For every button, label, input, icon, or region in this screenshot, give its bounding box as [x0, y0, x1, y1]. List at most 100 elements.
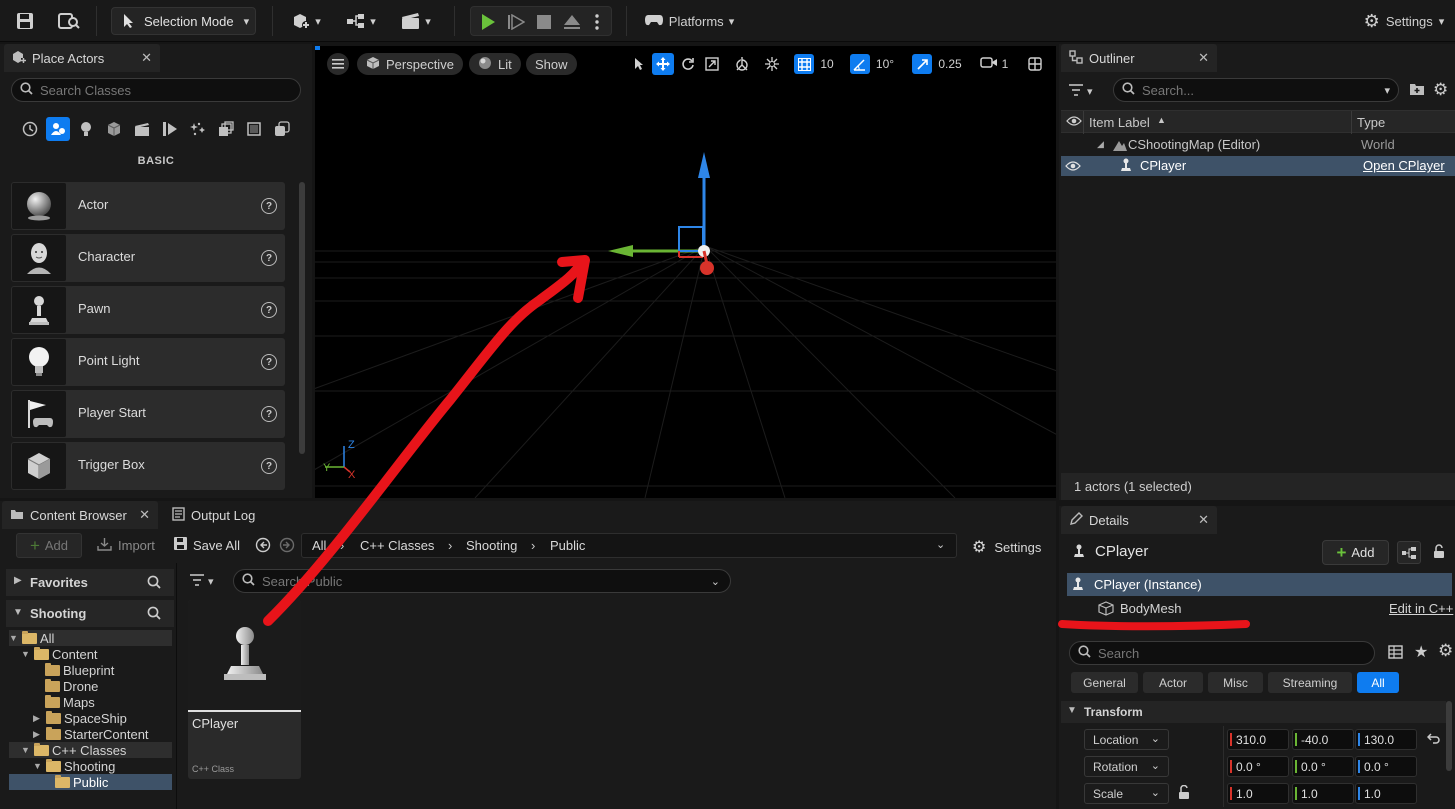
add-content-icon[interactable]: ▾ [286, 7, 326, 35]
world-local-icon[interactable] [731, 53, 753, 75]
filter-general[interactable]: General [1071, 672, 1138, 693]
cb-settings-button[interactable]: ⚙ Settings [972, 537, 1041, 557]
misc-icon[interactable] [270, 117, 294, 141]
asset-search-input[interactable]: Search Public ⌄ [233, 569, 731, 593]
add-folder-icon[interactable] [1409, 82, 1425, 99]
rotation-z-field[interactable]: 0.0 ° [1355, 756, 1417, 777]
basic-icon[interactable] [46, 117, 70, 141]
place-actors-scrollbar[interactable] [299, 182, 305, 454]
rotation-dropdown[interactable]: Rotation ⌄ [1084, 756, 1169, 777]
filter-streaming[interactable]: Streaming [1268, 672, 1352, 693]
perspective-button[interactable]: Perspective [357, 53, 463, 75]
search-icon[interactable] [147, 606, 161, 623]
gear-icon[interactable]: ⚙ [1433, 80, 1448, 100]
scale-z-field[interactable]: 1.0 [1355, 783, 1417, 804]
place-actors-tab[interactable]: Place Actors ✕ [4, 44, 160, 72]
details-search-input[interactable]: Search [1069, 641, 1375, 665]
table-view-icon[interactable] [1388, 645, 1403, 662]
surface-snap-icon[interactable] [761, 53, 783, 75]
blueprint-icon[interactable] [1397, 541, 1421, 564]
translate-tool-icon[interactable] [652, 53, 674, 75]
help-icon[interactable]: ? [261, 302, 277, 318]
scale-tool-icon[interactable] [702, 53, 722, 75]
lights-icon[interactable] [74, 117, 98, 141]
rotate-tool-icon[interactable] [678, 53, 698, 75]
recent-icon[interactable] [18, 117, 42, 141]
cinematics-icon[interactable]: ▾ [396, 7, 436, 35]
viewport-menu-icon[interactable] [327, 53, 349, 75]
viewport-layout-icon[interactable] [1024, 53, 1046, 75]
gear-icon[interactable]: ⚙ [1438, 641, 1453, 661]
instance-row[interactable]: CPlayer (Instance) [1067, 573, 1452, 596]
selection-mode-dropdown[interactable]: Selection Mode ▾ [111, 7, 256, 35]
location-dropdown[interactable]: Location ⌄ [1084, 729, 1169, 750]
content-browser-tab[interactable]: Content Browser ✕ [2, 501, 158, 529]
lit-button[interactable]: Lit [469, 53, 521, 75]
scale-x-field[interactable]: 1.0 [1227, 783, 1289, 804]
rotation-x-field[interactable]: 0.0 ° [1227, 756, 1289, 777]
asset-tile-cplayer[interactable]: CPlayer C++ Class [188, 600, 301, 779]
outliner-row-cplayer[interactable]: CPlayer Open CPlayer [1061, 156, 1455, 176]
shapes-icon[interactable] [102, 117, 126, 141]
tree-item-maps[interactable]: Maps [9, 694, 172, 710]
filter-all[interactable]: All [1357, 672, 1399, 693]
asset-filter-button[interactable]: ▾ [190, 572, 226, 590]
save-icon[interactable] [12, 7, 38, 35]
tree-item-cpp-classes[interactable]: ▼ C++ Classes [9, 742, 172, 758]
visibility-icon[interactable] [1065, 160, 1081, 175]
details-tab[interactable]: Details ✕ [1061, 506, 1217, 534]
location-y-field[interactable]: -40.0 [1292, 729, 1354, 750]
actor-item-pawn[interactable]: Pawn ? [11, 286, 285, 334]
actor-name[interactable]: CPlayer [1095, 543, 1148, 560]
tree-item-all[interactable]: ▼ All [9, 630, 172, 646]
actor-item-point-light[interactable]: Point Light ? [11, 338, 285, 386]
cinematic-icon[interactable] [130, 117, 154, 141]
favorites-header[interactable]: ▶ Favorites [6, 569, 174, 596]
add-component-button[interactable]: + Add [1322, 540, 1389, 565]
location-z-field[interactable]: 130.0 [1355, 729, 1417, 750]
filter-misc[interactable]: Misc [1208, 672, 1263, 693]
volumes-icon[interactable] [186, 117, 210, 141]
outliner-search-input[interactable]: Search... ▾ [1113, 78, 1399, 102]
settings-button[interactable]: ⚙ Settings ▾ [1358, 7, 1450, 35]
breadcrumb-all[interactable]: All [312, 538, 326, 553]
chevron-down-icon[interactable]: ⌄ [936, 538, 945, 551]
eject-icon[interactable] [561, 8, 583, 36]
rotation-snap-button[interactable]: 10° [846, 53, 898, 75]
add-button[interactable]: + Add [16, 533, 82, 558]
component-row-bodymesh[interactable]: BodyMesh Edit in C++ [1067, 597, 1453, 620]
help-icon[interactable]: ? [261, 198, 277, 214]
actor-item-player-start[interactable]: Player Start ? [11, 390, 285, 438]
transform-section-header[interactable]: ▼ Transform [1061, 701, 1446, 723]
tree-item-public[interactable]: Public [9, 774, 172, 790]
tree-item-blueprint[interactable]: Blueprint [9, 662, 172, 678]
unlock-icon[interactable] [1178, 784, 1190, 803]
filter-button[interactable]: ▾ [1069, 82, 1105, 100]
filter-actor[interactable]: Actor [1143, 672, 1203, 693]
import-button[interactable]: Import [97, 537, 155, 554]
actor-item-character[interactable]: Character ? [11, 234, 285, 282]
close-icon[interactable]: ✕ [141, 50, 152, 66]
scale-dropdown[interactable]: Scale ⌄ [1084, 783, 1169, 804]
rotation-y-field[interactable]: 0.0 ° [1292, 756, 1354, 777]
col-type[interactable]: Type [1357, 115, 1385, 130]
grid-snap-button[interactable]: 10 [791, 53, 837, 75]
more-options-icon[interactable] [589, 8, 605, 36]
lock-icon[interactable] [1433, 544, 1445, 562]
tree-item-drone[interactable]: Drone [9, 678, 172, 694]
tree-item-spaceship[interactable]: ▶ SpaceShip [9, 710, 172, 726]
scale-snap-button[interactable]: 0.25 [909, 53, 965, 75]
close-icon[interactable]: ✕ [1198, 50, 1209, 66]
search-icon[interactable] [147, 575, 161, 592]
outliner-tab[interactable]: Outliner ✕ [1061, 44, 1217, 72]
scale-y-field[interactable]: 1.0 [1292, 783, 1354, 804]
step-icon[interactable] [505, 8, 527, 36]
all-classes-icon[interactable] [214, 117, 238, 141]
collapse-arrow-icon[interactable]: ◢ [1097, 139, 1104, 150]
browse-level-icon[interactable] [56, 7, 82, 35]
help-icon[interactable]: ? [261, 354, 277, 370]
show-button[interactable]: Show [526, 53, 577, 75]
forward-icon[interactable] [279, 537, 295, 556]
search-classes-input[interactable]: Search Classes [11, 78, 301, 102]
chevron-right-icon[interactable]: › [448, 538, 452, 553]
